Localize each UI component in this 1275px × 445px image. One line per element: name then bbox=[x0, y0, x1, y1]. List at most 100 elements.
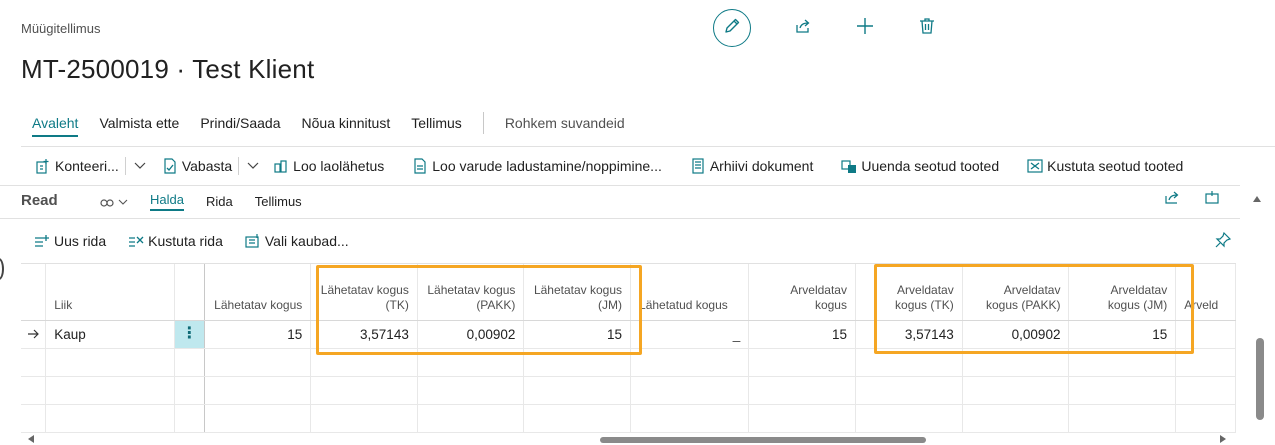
konteeri-label: Konteeri... bbox=[55, 157, 119, 174]
vertical-scrollbar-thumb[interactable] bbox=[1256, 338, 1264, 420]
loo-varude-button[interactable]: Loo varude ladustamine/noppimine... bbox=[412, 158, 662, 174]
cell-lahetatud-kogus[interactable]: _ bbox=[630, 320, 750, 349]
page-caption: Müügitellimus bbox=[21, 21, 101, 36]
scroll-up-icon[interactable] bbox=[1253, 196, 1261, 202]
archive-icon bbox=[692, 157, 704, 174]
loo-laolahetus-button[interactable]: Loo laolähetus bbox=[273, 158, 384, 174]
lines-grid: Liik Lähetatav kogus Lähetatav kogus (TK… bbox=[21, 263, 1236, 433]
expand-lines-button[interactable] bbox=[1204, 190, 1220, 204]
cell-lahetatav-tk[interactable]: 3,57143 bbox=[310, 320, 418, 349]
col-selector-header bbox=[21, 264, 47, 321]
kustuta-rida-label: Kustuta rida bbox=[148, 233, 223, 249]
tab-avaleht[interactable]: Avaleht bbox=[32, 115, 78, 131]
document-icon bbox=[414, 157, 426, 174]
col-liik-header[interactable]: Liik bbox=[45, 264, 176, 321]
col-arveld-header[interactable]: Arveld bbox=[1175, 264, 1236, 321]
vali-kaubad-button[interactable]: Vali kaubad... bbox=[245, 233, 349, 249]
select-items-icon bbox=[245, 234, 259, 248]
lines-tab-halda[interactable]: Halda bbox=[150, 192, 184, 211]
col-arveldatav-pakk-header[interactable]: Arveldatav kogus (PAKK) bbox=[962, 264, 1070, 321]
table-row[interactable] bbox=[21, 376, 1236, 405]
share-button[interactable] bbox=[793, 18, 813, 38]
loo-laolahetus-label: Loo laolähetus bbox=[293, 157, 385, 174]
kustuta-seotud-tooted-label: Kustuta seotud tooted bbox=[1047, 157, 1184, 174]
vabasta-dropdown[interactable] bbox=[247, 162, 259, 170]
expand-icon bbox=[1205, 191, 1219, 204]
cell-lahetatav-jm[interactable]: 15 bbox=[523, 320, 632, 349]
action-toolbar: Konteeri... Vabasta Loo laolähetus Loo v… bbox=[21, 146, 1275, 184]
uus-rida-button[interactable]: Uus rida bbox=[34, 233, 106, 249]
page-title: MT-2500019 · Test Klient bbox=[21, 54, 315, 84]
cell-arveldatav-jm[interactable]: 15 bbox=[1068, 320, 1177, 349]
horizontal-scrollbar[interactable] bbox=[21, 433, 1236, 445]
row-menu-button[interactable]: ⋮ bbox=[174, 320, 205, 349]
tab-prindi-saada[interactable]: Prindi/Saada bbox=[200, 115, 280, 131]
horizontal-scrollbar-thumb[interactable] bbox=[600, 437, 926, 443]
toolbar-separator bbox=[238, 156, 240, 175]
edit-button[interactable] bbox=[713, 9, 751, 47]
share-lines-button[interactable] bbox=[1164, 190, 1180, 204]
chevron-down-icon bbox=[134, 162, 146, 169]
cell-lahetatav-pakk[interactable]: 0,00902 bbox=[417, 320, 525, 349]
lines-part-tabs: Halda Rida Tellimus bbox=[100, 192, 324, 211]
col-lahetatav-jm-header[interactable]: Lähetatav kogus (JM) bbox=[523, 264, 632, 321]
lines-part-header: Read Halda Rida Tellimus bbox=[0, 185, 1240, 219]
lines-tab-rida[interactable]: Rida bbox=[206, 194, 233, 209]
scroll-right-icon[interactable] bbox=[1220, 435, 1226, 443]
action-tabs: Avaleht Valmista ette Prindi/Saada Nõua … bbox=[21, 112, 646, 134]
table-row[interactable] bbox=[21, 348, 1236, 377]
pin-button[interactable] bbox=[1215, 231, 1232, 251]
konteeri-dropdown[interactable] bbox=[134, 162, 146, 170]
lines-toolbar: Uus rida Kustuta rida Vali kaubad... bbox=[21, 228, 1232, 254]
kustuta-rida-button[interactable]: Kustuta rida bbox=[128, 233, 223, 249]
tab-tellimus[interactable]: Tellimus bbox=[411, 115, 462, 131]
col-lahetatud-kogus-header[interactable]: Lähetatud kogus bbox=[630, 264, 750, 321]
cell-arveldatav-kogus[interactable]: 15 bbox=[748, 320, 856, 349]
lines-part-title: Read bbox=[21, 192, 58, 209]
top-actions bbox=[713, 9, 937, 47]
tab-valmista-ette[interactable]: Valmista ette bbox=[99, 115, 179, 131]
konteeri-button[interactable]: Konteeri... bbox=[35, 158, 119, 174]
cell-arveld[interactable] bbox=[1175, 320, 1236, 349]
share-icon bbox=[1165, 191, 1179, 204]
vabasta-button[interactable]: Vabasta bbox=[162, 158, 232, 174]
vali-kaubad-label: Vali kaubad... bbox=[264, 233, 349, 249]
col-arveldatav-jm-header[interactable]: Arveldatav kogus (JM) bbox=[1068, 264, 1177, 321]
more-options-button[interactable]: Rohkem suvandeid bbox=[505, 115, 625, 131]
uuenda-seotud-tooted-button[interactable]: Uuenda seotud tooted bbox=[841, 158, 999, 174]
cell-lahetatav-kogus[interactable]: 15 bbox=[204, 320, 312, 349]
col-lahetatav-tk-header[interactable]: Lähetatav kogus (TK) bbox=[310, 264, 418, 321]
lines-part-actions bbox=[1140, 190, 1220, 204]
new-button[interactable] bbox=[855, 17, 875, 40]
table-row[interactable] bbox=[21, 404, 1236, 433]
left-edge-handle bbox=[0, 258, 4, 280]
vabasta-label: Vabasta bbox=[181, 157, 233, 174]
more-vertical-icon: ⋮ bbox=[181, 325, 198, 342]
cell-liik[interactable]: Kaup bbox=[45, 320, 176, 349]
arhiivi-dokument-button[interactable]: Arhiivi dokument bbox=[690, 157, 813, 174]
col-lahetatav-kogus-header[interactable]: Lähetatav kogus bbox=[204, 264, 312, 321]
pencil-icon bbox=[723, 17, 741, 40]
cell-arveldatav-tk[interactable]: 3,57143 bbox=[855, 320, 963, 349]
tab-noua-kinnitust[interactable]: Nõua kinnitust bbox=[302, 115, 391, 131]
plus-icon bbox=[856, 17, 874, 40]
delete-items-icon bbox=[1027, 158, 1043, 173]
delete-button[interactable] bbox=[917, 17, 937, 38]
toolbar-separator bbox=[124, 156, 126, 175]
lines-view-toggle[interactable] bbox=[100, 196, 128, 208]
row-selected-arrow[interactable] bbox=[21, 320, 47, 349]
lines-tab-tellimus[interactable]: Tellimus bbox=[255, 194, 302, 209]
col-arveldatav-kogus-header[interactable]: Arveldatav kogus bbox=[748, 264, 856, 321]
pin-icon bbox=[1215, 231, 1232, 248]
cell-arveldatav-pakk[interactable]: 0,00902 bbox=[962, 320, 1070, 349]
table-row[interactable]: Kaup ⋮ 15 3,57143 0,00902 15 _ 15 3,5714… bbox=[21, 320, 1236, 349]
chevron-down-icon bbox=[247, 162, 259, 169]
new-line-icon bbox=[35, 235, 49, 247]
col-lahetatav-pakk-header[interactable]: Lähetatav kogus (PAKK) bbox=[417, 264, 525, 321]
col-menu-header bbox=[174, 264, 205, 321]
scroll-left-icon[interactable] bbox=[28, 435, 34, 443]
binoculars-icon bbox=[100, 198, 114, 207]
col-arveldatav-tk-header[interactable]: Arveldatav kogus (TK) bbox=[855, 264, 963, 321]
kustuta-seotud-tooted-button[interactable]: Kustuta seotud tooted bbox=[1027, 158, 1183, 174]
uuenda-seotud-tooted-label: Uuenda seotud tooted bbox=[861, 157, 1000, 174]
